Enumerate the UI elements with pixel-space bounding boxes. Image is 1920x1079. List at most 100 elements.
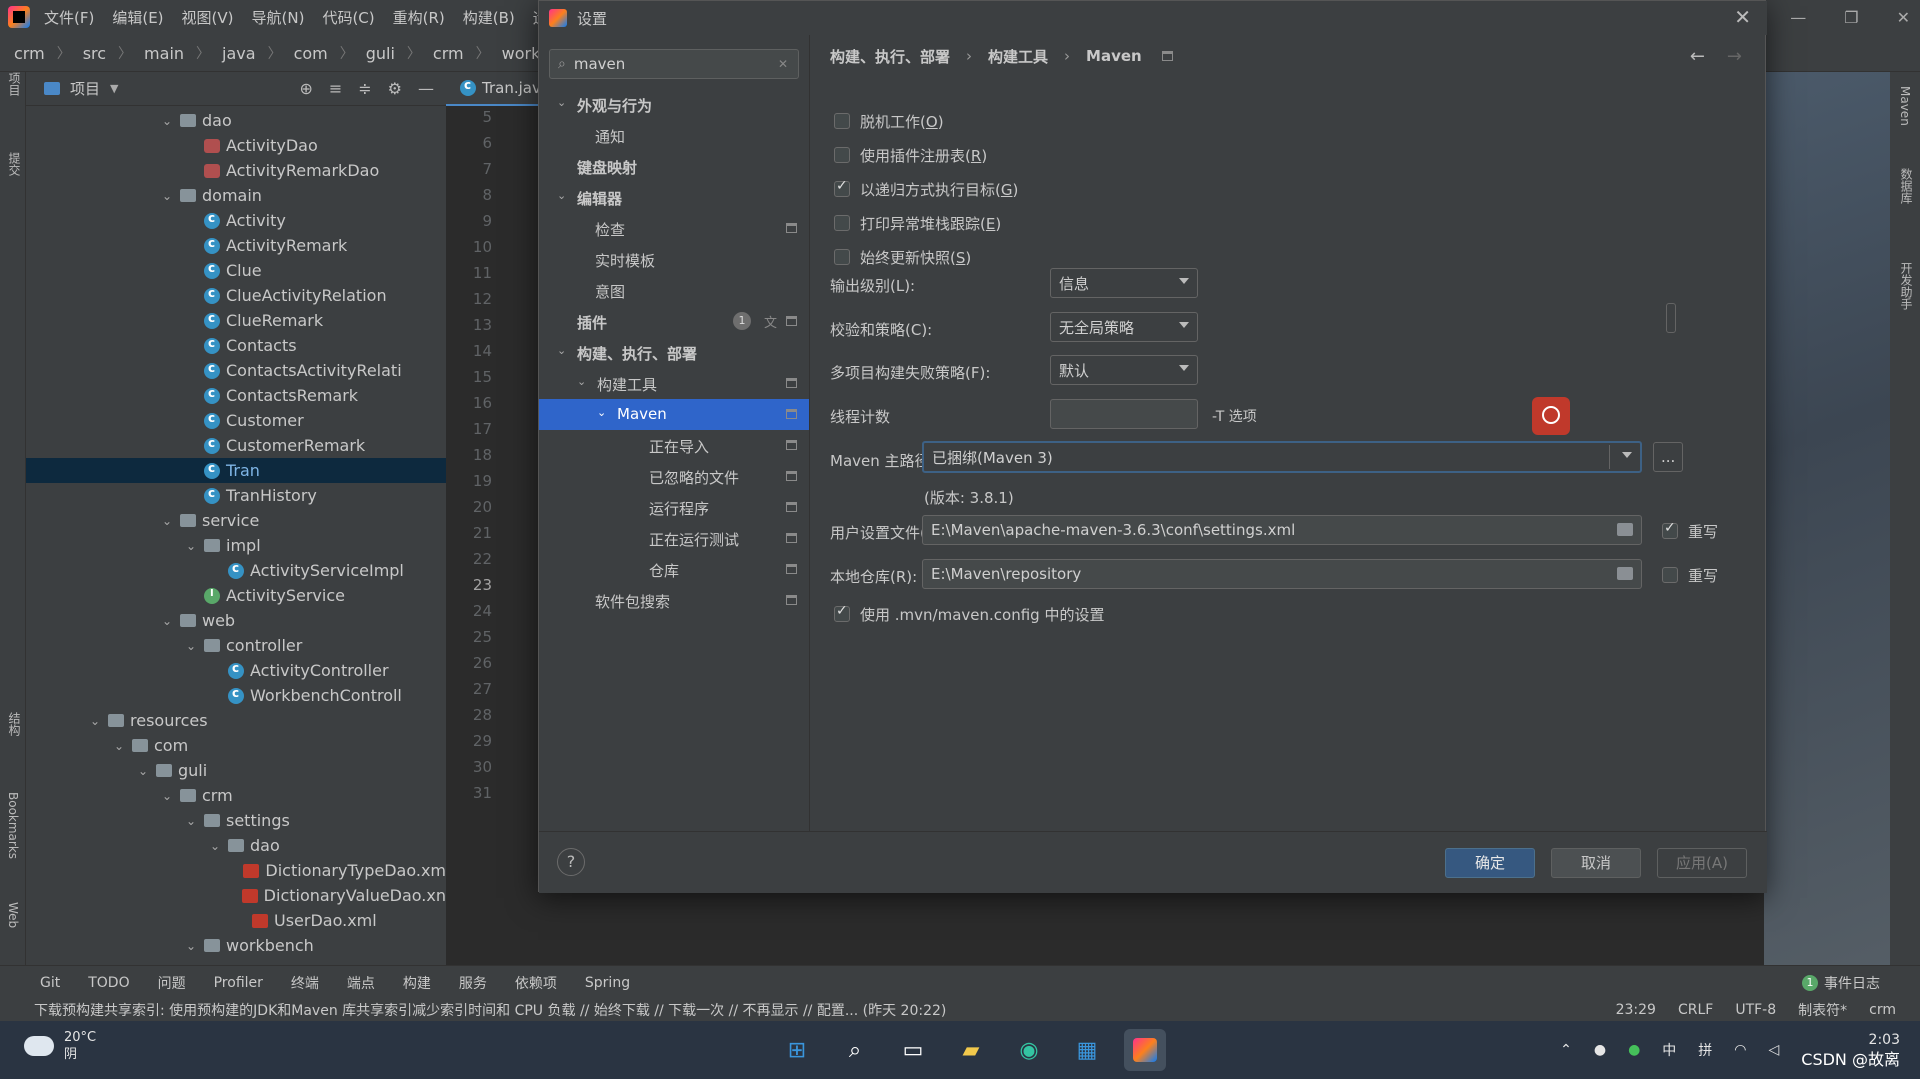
- help-button[interactable]: ?: [557, 848, 585, 876]
- close-window-icon[interactable]: ✕: [1897, 8, 1910, 27]
- apply-button[interactable]: 应用(A): [1657, 848, 1747, 878]
- tree-node[interactable]: UserDao.xml: [26, 908, 446, 933]
- locate-icon[interactable]: ⊕: [299, 79, 312, 98]
- weather-widget[interactable]: 20°C 阴: [24, 1029, 96, 1063]
- breadcrumb-item[interactable]: guli: [366, 44, 395, 63]
- local-repo-override-checkbox[interactable]: [1662, 567, 1678, 583]
- settings-tree-item[interactable]: ⌄ 构建工具: [539, 368, 809, 399]
- user-settings-override[interactable]: 重写: [1662, 519, 1718, 543]
- chevron-down-icon[interactable]: ⌄: [88, 714, 102, 728]
- tree-node[interactable]: Activity: [26, 208, 446, 233]
- tree-node[interactable]: Clue: [26, 258, 446, 283]
- settings-tree-item[interactable]: 已忽略的文件: [539, 461, 809, 492]
- tree-node[interactable]: ⌄ controller: [26, 633, 446, 658]
- qq-icon[interactable]: ●: [1594, 1042, 1606, 1058]
- option-checkbox[interactable]: [834, 178, 850, 197]
- folder-icon[interactable]: [1617, 523, 1633, 536]
- hide-icon[interactable]: —: [418, 79, 434, 98]
- bottom-tool-tab[interactable]: 依赖项: [515, 973, 557, 993]
- use-maven-config[interactable]: 使用 .mvn/maven.config 中的设置: [834, 602, 1104, 626]
- chevron-down-icon[interactable]: ⌄: [557, 344, 566, 357]
- expand-all-icon[interactable]: ≡: [329, 79, 342, 98]
- tree-node[interactable]: ActivityRemarkDao: [26, 158, 446, 183]
- bottom-tool-tab[interactable]: 端点: [347, 973, 375, 993]
- settings-tree-item[interactable]: 实时模板: [539, 244, 809, 275]
- ok-button[interactable]: 确定: [1445, 848, 1535, 878]
- wifi-icon[interactable]: ◠: [1734, 1042, 1746, 1058]
- settings-tree-item[interactable]: 插件 1 文: [539, 306, 809, 337]
- forward-arrow-icon[interactable]: →: [1727, 46, 1742, 67]
- chevron-down-icon[interactable]: ⌄: [184, 539, 198, 553]
- chevron-down-icon[interactable]: ⌄: [184, 814, 198, 828]
- thread-count-input[interactable]: [1050, 399, 1198, 429]
- file-explorer-icon[interactable]: ▰: [950, 1029, 992, 1071]
- settings-tree-item[interactable]: ⌄ 构建、执行、部署: [539, 337, 809, 368]
- floating-search-icon[interactable]: [1532, 397, 1570, 435]
- search-icon[interactable]: ⌕: [834, 1029, 876, 1071]
- status-widget[interactable]: CRLF: [1678, 1002, 1713, 1018]
- settings-tree-item[interactable]: 键盘映射: [539, 151, 809, 182]
- tree-node[interactable]: ClueActivityRelation: [26, 283, 446, 308]
- tree-node[interactable]: ActivityController: [26, 658, 446, 683]
- database-tool-tab[interactable]: 数据库: [1898, 168, 1915, 204]
- bottom-tool-tab[interactable]: Git: [40, 975, 60, 991]
- fail-policy-select[interactable]: 默认: [1050, 355, 1198, 385]
- dev-assistant-tool-tab[interactable]: 开发助手: [1898, 262, 1915, 310]
- edge-browser-icon[interactable]: ◉: [1008, 1029, 1050, 1071]
- chevron-down-icon[interactable]: ⌄: [160, 114, 174, 128]
- chevron-down-icon[interactable]: ⌄: [160, 789, 174, 803]
- settings-tree-item[interactable]: ⌄ 外观与行为: [539, 89, 809, 120]
- collapse-all-icon[interactable]: ≑: [358, 79, 371, 98]
- checksum-policy-select[interactable]: 无全局策略: [1050, 312, 1198, 342]
- close-icon[interactable]: ✕: [1734, 5, 1751, 29]
- ime-pinyin[interactable]: 拼: [1698, 1040, 1712, 1060]
- breadcrumb-item[interactable]: com: [294, 44, 328, 63]
- option-checkbox[interactable]: [834, 147, 850, 163]
- tree-node[interactable]: ContactsRemark: [26, 383, 446, 408]
- tree-node[interactable]: ActivityServiceImpl: [26, 558, 446, 583]
- tree-node[interactable]: ⌄ domain: [26, 183, 446, 208]
- bottom-tool-tab[interactable]: 终端: [291, 973, 319, 993]
- tree-node[interactable]: ⌄ service: [26, 508, 446, 533]
- chevron-down-icon[interactable]: ⌄: [184, 639, 198, 653]
- breadcrumb-item[interactable]: crm: [14, 44, 45, 63]
- task-view-icon[interactable]: ▭: [892, 1029, 934, 1071]
- option-checkbox-row[interactable]: 使用插件注册表(R): [834, 143, 987, 167]
- menu-item[interactable]: 文件(F): [44, 7, 94, 28]
- volume-icon[interactable]: ◁: [1769, 1042, 1780, 1058]
- menu-item[interactable]: 编辑(E): [112, 7, 163, 28]
- status-widget[interactable]: UTF-8: [1735, 1002, 1776, 1018]
- tree-node[interactable]: ⌄ resources: [26, 708, 446, 733]
- project-panel-title[interactable]: 项目: [70, 78, 100, 99]
- settings-tree-item[interactable]: 正在运行测试: [539, 523, 809, 554]
- use-maven-config-checkbox[interactable]: [834, 603, 850, 622]
- settings-tree-item[interactable]: ⌄ Maven: [539, 399, 809, 430]
- tree-node[interactable]: ⌄ crm: [26, 783, 446, 808]
- chevron-down-icon[interactable]: ⌄: [597, 406, 606, 419]
- bottom-tool-tab[interactable]: 服务: [459, 973, 487, 993]
- chevron-down-icon[interactable]: ⌄: [136, 764, 150, 778]
- option-checkbox[interactable]: [834, 215, 850, 231]
- menu-item[interactable]: 构建(B): [463, 7, 515, 28]
- bottom-tool-tab[interactable]: TODO: [88, 975, 129, 991]
- output-level-select[interactable]: 信息: [1050, 268, 1198, 298]
- tree-node[interactable]: WorkbenchControll: [26, 683, 446, 708]
- bookmarks-tool-tab[interactable]: Bookmarks: [6, 792, 20, 859]
- editor-tab[interactable]: Tran.jav: [446, 72, 546, 106]
- chevron-down-icon[interactable]: ⌄: [577, 375, 586, 388]
- settings-tree-item[interactable]: 仓库: [539, 554, 809, 585]
- chevron-down-icon[interactable]: ⌄: [557, 189, 566, 202]
- tree-node[interactable]: ClueRemark: [26, 308, 446, 333]
- cancel-button[interactable]: 取消: [1551, 848, 1641, 878]
- bottom-tool-tab[interactable]: Profiler: [214, 975, 263, 991]
- tree-node[interactable]: ActivityDao: [26, 133, 446, 158]
- web-tool-tab[interactable]: Web: [6, 902, 20, 928]
- chevron-down-icon[interactable]: ⌄: [184, 939, 198, 953]
- local-repo-override[interactable]: 重写: [1662, 563, 1718, 587]
- status-widget[interactable]: 23:29: [1616, 1002, 1656, 1018]
- tree-node[interactable]: ⌄ guli: [26, 758, 446, 783]
- breadcrumb-item[interactable]: src: [83, 44, 106, 63]
- settings-tree-item[interactable]: 通知: [539, 120, 809, 151]
- browse-maven-home-button[interactable]: ...: [1653, 442, 1683, 472]
- settings-tree-item[interactable]: 意图: [539, 275, 809, 306]
